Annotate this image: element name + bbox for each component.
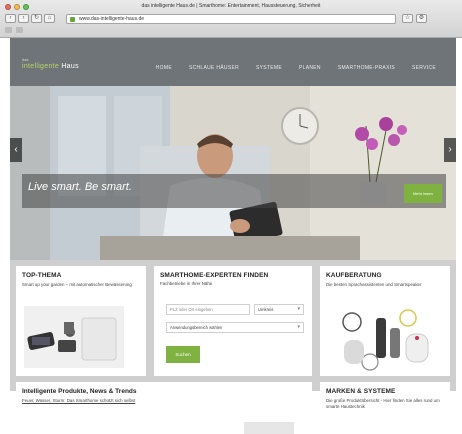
nav-item-systeme[interactable]: Systeme [256, 65, 282, 71]
umkreis-select[interactable]: Umkreis ▾ [254, 304, 304, 315]
kaufberatung-text: Die besten Sprachassistenten und Smartsp… [326, 282, 422, 287]
top-thema-text: Smart up your garden – mit automatischer… [22, 282, 132, 287]
logo-word-suffix: Haus [61, 63, 79, 70]
browser-nav-buttons: ‹ › ↻ ⌂ [5, 14, 55, 23]
hero-image [10, 86, 456, 260]
umkreis-value: Umkreis [258, 307, 274, 312]
bookmark-item[interactable] [16, 27, 23, 33]
experten-subtitle: Fachbetriebe in Ihrer Nähe [160, 281, 213, 286]
website: das intelligente Haus Home Schlaue Häuse… [10, 38, 456, 434]
chevron-right-icon: › [448, 144, 452, 155]
hero-read-more-button[interactable]: Mehr lesen [404, 184, 442, 203]
bookmark-item[interactable] [5, 27, 12, 33]
bookmark-button[interactable]: ☆ [402, 14, 413, 23]
reload-button[interactable]: ↻ [31, 14, 42, 23]
experten-title: Smarthome-Experten finden [160, 272, 269, 279]
gear-icon: ⚙ [418, 15, 425, 21]
address-url: www.das-intelligente-haus.de [79, 16, 145, 22]
chevron-down-icon: ▾ [297, 324, 300, 330]
hero-banner: Live smart. Be smart. Mehr lesen [22, 174, 446, 208]
window-title: das intelligente Haus.de | Smarthome: En… [141, 3, 321, 9]
chevron-right-icon: › [22, 15, 25, 21]
close-window-button[interactable] [5, 4, 11, 10]
home-icon: ⌂ [47, 15, 52, 21]
produkte-article-link[interactable]: Feuer, Wasser, Sturm: Das Smarthome schü… [22, 398, 142, 404]
site-header: das intelligente Haus Home Schlaue Häuse… [10, 38, 456, 86]
favicon-icon [70, 17, 75, 22]
zoom-window-button[interactable] [23, 4, 29, 10]
forward-button[interactable]: › [18, 14, 29, 23]
slider-next-button[interactable]: › [444, 138, 456, 162]
settings-button[interactable]: ⚙ [416, 14, 427, 23]
hero-tagline: Live smart. Be smart. [28, 181, 132, 193]
produkte-news-section: Intelligente Produkte, News & Trends Feu… [16, 382, 312, 434]
anwendungsbereich-value: Anwendungsbereich wählen [170, 325, 223, 330]
browser-chrome: das intelligente Haus.de | Smarthome: En… [0, 0, 462, 38]
marken-systeme-card[interactable]: Marken & Systeme Die große Produktübersi… [320, 382, 450, 430]
kaufberatung-card[interactable]: Kaufberatung Die besten Sprachassistente… [320, 266, 450, 376]
top-thema-card[interactable]: Top-Thema Smart up your garden – mit aut… [16, 266, 146, 376]
smart-speakers-image [342, 309, 429, 371]
article-thumbnail[interactable] [244, 422, 294, 434]
search-experts-button[interactable]: Suchen [166, 346, 200, 363]
hero-slider: ‹ › Live smart. Be smart. Mehr lesen [10, 86, 456, 260]
plz-input[interactable]: PLZ oder Ort eingeben [166, 304, 250, 315]
chevron-left-icon: ‹ [9, 15, 12, 21]
window-controls [5, 4, 29, 10]
main-navigation: Home Schlaue Häuser Systeme Planen Smart… [156, 65, 436, 71]
marken-text: Die große Produktübersicht - Hier finden… [326, 398, 440, 409]
slider-prev-button[interactable]: ‹ [10, 138, 22, 162]
top-thema-title: Top-Thema [22, 272, 62, 279]
produkte-title: Intelligente Produkte, News & Trends [22, 388, 137, 395]
garden-device-image [24, 306, 124, 368]
nav-item-smarthome-praxis[interactable]: Smarthome-Praxis [338, 65, 395, 71]
nav-item-schlaue-haeuser[interactable]: Schlaue Häuser [189, 65, 239, 71]
minimize-window-button[interactable] [14, 4, 20, 10]
chevron-down-icon: ▾ [297, 306, 300, 312]
nav-item-service[interactable]: Service [412, 65, 436, 71]
site-logo[interactable]: intelligente Haus [22, 63, 79, 70]
chevron-left-icon: ‹ [14, 144, 18, 155]
address-bar[interactable]: www.das-intelligente-haus.de [66, 14, 396, 24]
kaufberatung-title: Kaufberatung [326, 272, 382, 279]
nav-item-planen[interactable]: Planen [299, 65, 321, 71]
logo-prefix: das [22, 57, 29, 62]
back-button[interactable]: ‹ [5, 14, 16, 23]
logo-word-main: intelligente [22, 63, 60, 70]
reload-icon: ↻ [33, 15, 40, 21]
nav-item-home[interactable]: Home [156, 65, 172, 71]
marken-title: Marken & Systeme [326, 388, 396, 395]
home-button[interactable]: ⌂ [44, 14, 55, 23]
anwendungsbereich-select[interactable]: Anwendungsbereich wählen ▾ [166, 322, 304, 333]
star-icon: ☆ [404, 15, 411, 21]
bookmarks-bar [5, 27, 23, 33]
experten-finder-card: Smarthome-Experten finden Fachbetriebe i… [154, 266, 312, 376]
